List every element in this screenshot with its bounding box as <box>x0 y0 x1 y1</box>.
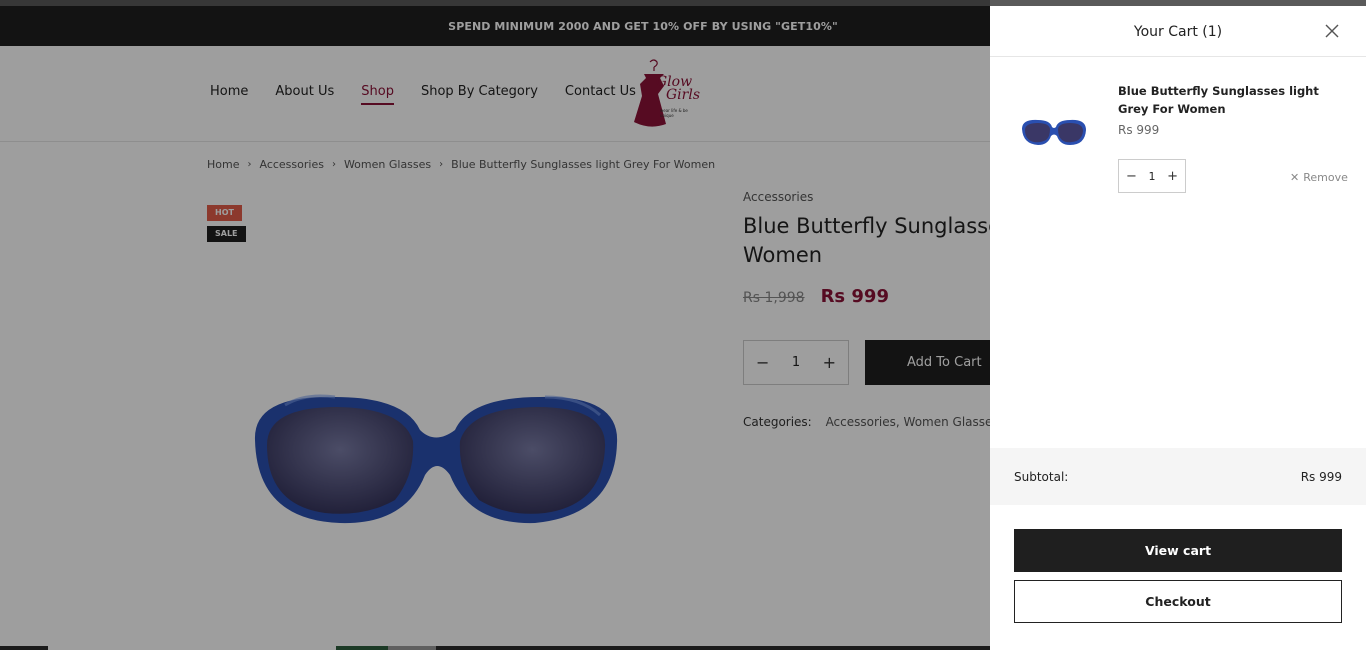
minus-icon[interactable]: − <box>1126 169 1137 184</box>
cart-item-thumbnail[interactable] <box>1020 117 1088 147</box>
cart-quantity-stepper: − 1 + <box>1118 159 1186 193</box>
cart-header: Your Cart (1) <box>990 6 1366 57</box>
close-small-icon: ✕ <box>1290 171 1300 184</box>
cart-title: Your Cart (1) <box>1133 24 1223 40</box>
drawer-backdrop[interactable] <box>0 0 990 650</box>
plus-icon[interactable]: + <box>1167 169 1178 184</box>
cart-drawer: Your Cart (1) Blue Butterfly Sunglasses … <box>990 6 1366 650</box>
cart-subtotal: Subtotal: Rs 999 <box>990 448 1366 505</box>
subtotal-label: Subtotal: <box>1014 469 1069 484</box>
remove-label: Remove <box>1303 171 1348 184</box>
cart-item: Blue Butterfly Sunglasses light Grey For… <box>990 57 1366 207</box>
cart-quantity-value[interactable]: 1 <box>1149 170 1156 183</box>
view-cart-button[interactable]: View cart <box>1014 529 1342 572</box>
subtotal-value: Rs 999 <box>1300 469 1342 484</box>
cart-item-name[interactable]: Blue Butterfly Sunglasses light Grey For… <box>1118 82 1328 118</box>
close-icon[interactable] <box>1324 23 1340 39</box>
checkout-button[interactable]: Checkout <box>1014 580 1342 623</box>
remove-item-button[interactable]: ✕ Remove <box>1290 171 1348 184</box>
cart-item-price: Rs 999 <box>1118 123 1160 137</box>
